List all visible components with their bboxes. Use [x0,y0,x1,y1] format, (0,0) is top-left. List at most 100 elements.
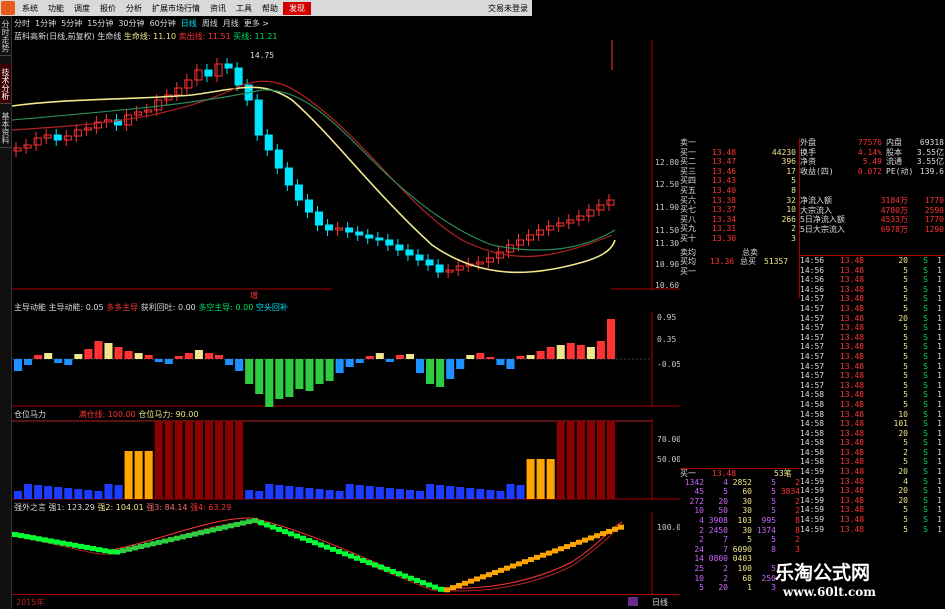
tick-volume: 20 [898,486,908,496]
indicator3-step [462,580,468,586]
trade-login-status[interactable]: 交易未登录 [488,3,528,14]
queue-cell: 5 [699,583,704,593]
indicator1-bar [576,345,585,359]
indicator3-step [552,548,558,554]
menu-item-system[interactable]: 系统 [17,3,43,14]
period-daily[interactable]: 日线 [181,18,197,29]
tick-time: 14:58 [800,390,825,400]
menu-item-quote[interactable]: 报价 [95,3,121,14]
menu-item-function[interactable]: 功能 [43,3,69,14]
indicator2-bar [375,487,384,499]
tick-price: 13.48 [840,323,865,333]
period-60min[interactable]: 60分钟 [150,18,176,29]
tick-volume: 5 [903,390,908,400]
period-monthly[interactable]: 月线 [223,18,239,29]
tab-intraday[interactable]: 分时走势 [0,16,11,56]
buy-level-price: 13.46 [712,166,737,176]
queue-cell: 1342 [684,477,704,487]
tick-volume: 5 [903,399,908,409]
indicator1-bar [305,359,314,391]
buy-queue-header: 买一 13.48 53笔 [680,468,800,478]
tick-price: 13.48 [840,476,865,486]
indicator1-chart[interactable]: 0.95 0.35 -0.05 [12,312,680,407]
indicator2-bar [275,485,284,499]
tick-list[interactable]: 14:56 13.48 20 S 1 14:56 13.48 5 S 1 14:56 13.48 5 S 1… [800,255,945,534]
tick-side: S [923,476,928,486]
period-more[interactable]: 更多 > [244,18,269,29]
indicator2-bar [215,421,224,499]
candle-body [194,69,203,81]
tab-fundamentals[interactable]: 基本资料 [0,108,11,148]
menu-item-dispatch[interactable]: 调度 [69,3,95,14]
period-5min[interactable]: 5分钟 [61,18,82,29]
period-30min[interactable]: 30分钟 [118,18,144,29]
indicator3-step [126,546,132,552]
indicator2-bar [194,421,203,499]
tick-price: 13.48 [840,313,865,323]
menu-item-discover[interactable]: 发现 [283,1,311,15]
indicator2-bar [325,490,334,499]
indicator1-bar [556,345,565,359]
indicator1-bar [355,359,364,363]
indicator3-chart[interactable]: 100.0 [12,512,680,594]
indicator2-bar [385,488,394,499]
indicator1-bar [486,357,495,359]
indicator2-bar [606,421,615,499]
period-1min[interactable]: 1分钟 [35,18,56,29]
flow-row: 5日大宗流入 6978万 1290 [800,225,945,235]
indicator1-bar [416,359,425,373]
queue-cell: 3834 [780,487,800,497]
period-15min[interactable]: 15分钟 [87,18,113,29]
menu-item-extended-market[interactable]: 扩展市场行情 [147,3,205,14]
indicator3-step [612,526,618,532]
indicator2-bar [426,484,435,499]
indicator3-step [486,572,492,578]
tick-count: 1 [937,486,942,496]
indicator1-bar [516,356,525,359]
candle-body [475,261,484,265]
tick-count: 1 [937,351,942,361]
indicator3-step [156,539,162,545]
tick-row: 14:58 13.48 20 S 1 [800,429,945,439]
tick-time: 14:58 [800,447,825,457]
candle-body [33,137,42,146]
menu-item-news[interactable]: 资讯 [205,3,231,14]
tick-side: S [923,457,928,467]
candle-body [345,227,354,233]
indicator2-chart[interactable]: 70.00 50.00 [12,418,680,500]
buy-level-row: 买二 13.47 396 [680,157,799,167]
indicator3-step [600,531,606,537]
indicator1-bar [375,353,384,359]
tab-technical[interactable]: 技术分析 [0,64,11,104]
flow-value: 4780万 [880,205,908,215]
tick-row: 14:57 13.48 5 S 1 [800,323,945,333]
menu-item-analysis[interactable]: 分析 [121,3,147,14]
menu-item-help[interactable]: 帮助 [257,3,283,14]
tick-count: 1 [937,294,942,304]
queue-cell: 3908 [708,515,728,525]
tick-count: 1 [937,265,942,275]
queue-cell: 2852 [732,477,752,487]
buy-level-price: 13.43 [712,176,737,186]
menu-item-tools[interactable]: 工具 [231,3,257,14]
candlestick-chart[interactable]: 14.75 12.80 12.50 11.90 11.50 11.30 10.9… [12,40,680,290]
indicator3-step [432,584,438,590]
tick-volume: 5 [903,524,908,534]
bottom-tab-daily[interactable]: 日线 [652,597,668,608]
candle-body [405,249,414,256]
queue-cell: 5 [723,487,728,497]
tick-time: 14:57 [800,371,825,381]
indicator3-step [42,537,48,543]
avg-buy-row: 买均 13.36 总买 51357 [680,257,799,267]
indicator1-bar [84,349,93,359]
tick-side: S [923,486,928,496]
tick-row: 14:59 13.48 5 S 1 [800,525,945,535]
scroll-button[interactable] [628,597,638,606]
buy-level-price: 13.48 [712,147,737,157]
period-intraday[interactable]: 分时 [14,18,30,29]
period-weekly[interactable]: 周线 [202,18,218,29]
buy-level-row: 买六 13.38 32 [680,196,799,206]
tick-row: 14:58 13.48 5 S 1 [800,390,945,400]
buy-level-price: 13.37 [712,205,737,215]
tick-count: 1 [937,371,942,381]
